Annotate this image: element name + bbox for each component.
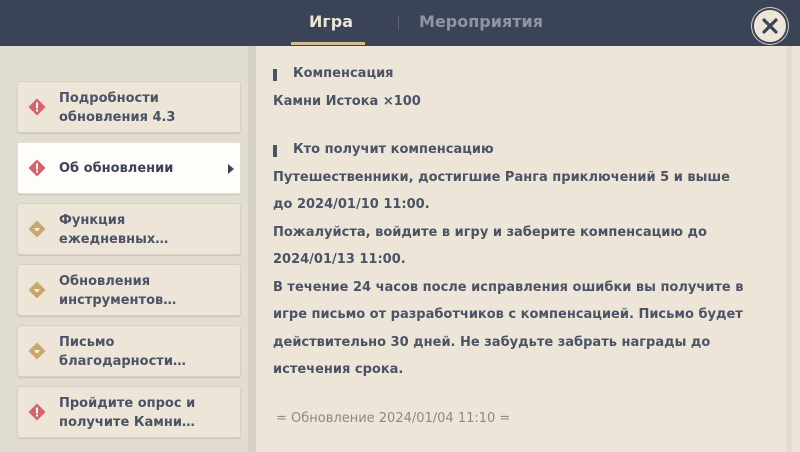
claim-deadline-paragraph: Пожалуйста, войдите в игру и заберите ко…: [273, 225, 707, 268]
update-timestamp: = Обновление 2024/01/04 11:10 =: [276, 411, 511, 426]
tab-events[interactable]: Мероприятия: [419, 12, 543, 31]
announcement-content: Компенсация Камни Истока ×100 Кто получи…: [256, 46, 800, 452]
sidebar-scrollbar[interactable]: [248, 46, 256, 452]
mail-info-paragraph: В течение 24 часов после исправления оши…: [273, 280, 744, 377]
section-heading-recipients: Кто получит компенсацию: [293, 142, 494, 157]
gold-diamond-icon: [28, 281, 46, 299]
section-heading-compensation: Компенсация: [293, 66, 394, 81]
list-item-thank-you-letter[interactable]: Письмо благодарности…: [17, 325, 241, 377]
compensation-reward: Камни Истока ×100: [273, 94, 421, 109]
gold-diamond-icon: [28, 220, 46, 238]
announcement-list: Подробности обновления 4.3 Об обновлении…: [0, 46, 256, 452]
top-tab-bar: Игра Мероприятия: [0, 0, 800, 46]
red-diamond-alert-icon: [28, 403, 46, 421]
heading-marker: [273, 145, 277, 157]
chevron-right-icon: [228, 164, 234, 174]
red-diamond-alert-icon: [28, 159, 46, 177]
list-item-daily-function[interactable]: Функция ежедневных…: [17, 203, 241, 255]
list-item-label: Об обновлении: [59, 161, 174, 176]
list-item-about-update[interactable]: Об обновлении: [17, 142, 241, 194]
tab-divider: [398, 16, 399, 30]
red-diamond-alert-icon: [28, 98, 46, 116]
list-item-label: Функция ежедневных…: [59, 213, 169, 247]
list-item-tools-updates[interactable]: Обновления инструментов…: [17, 264, 241, 316]
close-icon: [762, 18, 778, 34]
list-item-survey[interactable]: Пройдите опрос и получите Камни…: [17, 386, 241, 438]
list-item-label: Письмо благодарности…: [59, 335, 186, 369]
heading-marker: [273, 69, 277, 81]
gold-diamond-icon: [28, 342, 46, 360]
tab-game[interactable]: Игра: [309, 12, 353, 31]
active-tab-indicator: [291, 42, 365, 45]
list-item-label: Подробности обновления 4.3: [59, 91, 176, 125]
list-item-label: Обновления инструментов…: [59, 274, 177, 308]
close-button[interactable]: [752, 8, 788, 44]
content-scrollbar[interactable]: [786, 46, 792, 452]
list-item-update-details[interactable]: Подробности обновления 4.3: [17, 81, 241, 133]
list-item-label: Пройдите опрос и получите Камни…: [59, 396, 196, 430]
recipients-paragraph: Путешественники, достигшие Ранга приключ…: [273, 170, 730, 213]
